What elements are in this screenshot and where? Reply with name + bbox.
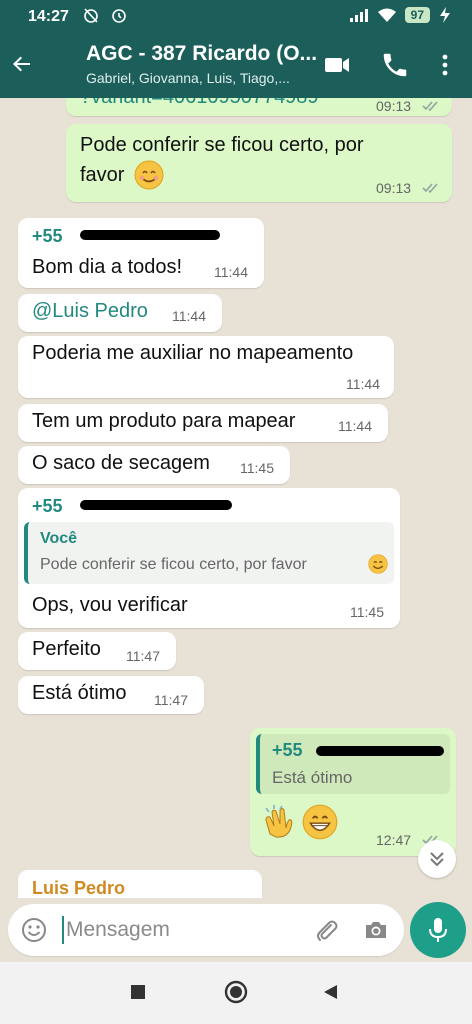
message-text: Está ótimo bbox=[32, 682, 127, 704]
composer-bar bbox=[0, 898, 472, 962]
message-text[interactable]: ?variant=40610950774989 bbox=[80, 98, 319, 109]
battery-indicator: 97 bbox=[404, 7, 430, 23]
chat-participants[interactable]: Gabriel, Giovanna, Luis, Tiago,... bbox=[86, 70, 290, 86]
quote-text: Está ótimo bbox=[272, 768, 353, 787]
redaction-mark bbox=[80, 230, 220, 240]
smile-emoji bbox=[134, 160, 164, 190]
mic-icon bbox=[429, 918, 447, 942]
camera-icon[interactable] bbox=[362, 916, 390, 944]
system-navigation-bar bbox=[0, 962, 472, 1024]
more-options-button[interactable] bbox=[430, 50, 460, 80]
mention-text[interactable]: @Luis Pedro bbox=[32, 300, 148, 323]
message-time: 11:47 bbox=[154, 692, 188, 708]
message-time: 11:44 bbox=[214, 264, 248, 280]
message-text: Bom dia a todos! bbox=[32, 256, 183, 278]
phone-icon bbox=[383, 53, 407, 77]
message-time: 09:13 bbox=[376, 98, 412, 114]
alarm-icon bbox=[112, 9, 126, 23]
scroll-to-bottom-button[interactable] bbox=[418, 840, 456, 878]
emoji-icon[interactable] bbox=[20, 916, 48, 944]
message-bubble-incoming[interactable]: @Luis Pedro 11:44 bbox=[18, 294, 222, 332]
status-right: 97 bbox=[349, 7, 452, 23]
chat-header: AGC - 387 Ricardo (O... Gabriel, Giovann… bbox=[0, 34, 472, 98]
chevron-double-down-icon bbox=[430, 852, 444, 867]
message-bubble-incoming[interactable]: Luis Pedro bbox=[18, 870, 262, 898]
sender-name[interactable]: Luis Pedro bbox=[32, 878, 125, 898]
message-bubble-outgoing-reply[interactable]: +55 Está ótimo 12:47 bbox=[250, 728, 456, 856]
mic-button[interactable] bbox=[410, 902, 466, 958]
quote-author: Você bbox=[40, 530, 78, 547]
message-bubble-incoming[interactable]: +55 Bom dia a todos! 11:44 bbox=[18, 218, 264, 288]
message-bubble-incoming[interactable]: Tem um produto para mapear 11:44 bbox=[18, 404, 388, 442]
voice-call-button[interactable] bbox=[380, 50, 410, 80]
message-bubble-incoming-reply[interactable]: +55 Você Pode conferir se ficou certo, p… bbox=[18, 488, 400, 628]
message-text: O saco de secagem bbox=[32, 452, 210, 474]
message-time: 11:44 bbox=[346, 376, 380, 392]
home-icon bbox=[224, 980, 248, 1004]
message-time: 11:45 bbox=[350, 604, 384, 620]
message-list[interactable]: ?variant=40610950774989 09:13 Pode confe… bbox=[0, 98, 472, 898]
message-time: 12:47 bbox=[376, 832, 412, 848]
wifi-icon bbox=[377, 8, 396, 22]
clap-emoji bbox=[265, 805, 293, 838]
recents-icon bbox=[131, 985, 145, 999]
quote-text: Pode conferir se ficou certo, por favor bbox=[40, 556, 307, 573]
home-button[interactable] bbox=[224, 980, 248, 1009]
quoted-message[interactable]: Você Pode conferir se ficou certo, por f… bbox=[24, 522, 394, 584]
message-time: 11:47 bbox=[126, 648, 160, 664]
message-text: Tem um produto para mapear bbox=[32, 410, 296, 432]
message-time: 11:44 bbox=[172, 308, 206, 324]
back-nav-button[interactable] bbox=[322, 984, 338, 1005]
message-bubble-incoming[interactable]: Está ótimo 11:47 bbox=[18, 676, 204, 714]
message-text-line2: favor bbox=[80, 164, 125, 186]
video-call-button[interactable] bbox=[322, 50, 352, 80]
message-text: Poderia me auxiliar no mapeamento bbox=[32, 342, 354, 364]
message-field-container[interactable] bbox=[8, 904, 404, 956]
quote-author: +55 bbox=[272, 740, 303, 760]
message-bubble-incoming[interactable]: Perfeito 11:47 bbox=[18, 632, 176, 670]
message-bubble-outgoing[interactable]: ?variant=40610950774989 09:13 bbox=[66, 98, 452, 116]
double-check-icon bbox=[422, 101, 438, 112]
message-time: 11:44 bbox=[338, 418, 372, 434]
redaction-mark bbox=[80, 500, 232, 510]
smile-emoji bbox=[368, 554, 388, 574]
message-time: 09:13 bbox=[376, 180, 412, 196]
message-text-line1: Pode conferir se ficou certo, por bbox=[80, 134, 364, 156]
back-triangle-icon bbox=[324, 985, 337, 999]
sender-phone[interactable]: +55 bbox=[32, 496, 63, 517]
status-time: 14:27 bbox=[28, 8, 69, 25]
alarm-off-icon bbox=[84, 8, 98, 23]
status-bar: 14:27 97 bbox=[0, 0, 472, 34]
message-text: Ops, vou verificar bbox=[32, 594, 188, 616]
message-time: 11:45 bbox=[240, 460, 274, 476]
message-bubble-incoming[interactable]: Poderia me auxiliar no mapeamento 11:44 bbox=[18, 336, 394, 398]
message-bubble-outgoing[interactable]: Pode conferir se ficou certo, por favor … bbox=[66, 124, 452, 202]
charging-icon bbox=[440, 7, 450, 23]
double-check-icon bbox=[422, 183, 438, 194]
recents-button[interactable] bbox=[130, 984, 146, 1005]
message-text: Perfeito bbox=[32, 638, 101, 660]
message-input[interactable] bbox=[62, 916, 292, 944]
attach-icon[interactable] bbox=[312, 916, 340, 944]
redaction-mark bbox=[316, 746, 444, 756]
back-arrow-icon bbox=[13, 56, 30, 72]
sender-phone[interactable]: +55 bbox=[32, 226, 63, 247]
more-vert-icon bbox=[442, 54, 448, 76]
back-button[interactable] bbox=[8, 50, 36, 78]
grin-emoji bbox=[302, 804, 338, 840]
notification-icons bbox=[82, 6, 128, 28]
quoted-message[interactable]: +55 Está ótimo bbox=[256, 734, 450, 794]
signal-icon bbox=[349, 9, 368, 22]
message-bubble-incoming[interactable]: O saco de secagem 11:45 bbox=[18, 446, 290, 484]
video-call-icon bbox=[325, 58, 349, 72]
chat-title[interactable]: AGC - 387 Ricardo (O... bbox=[86, 42, 317, 66]
